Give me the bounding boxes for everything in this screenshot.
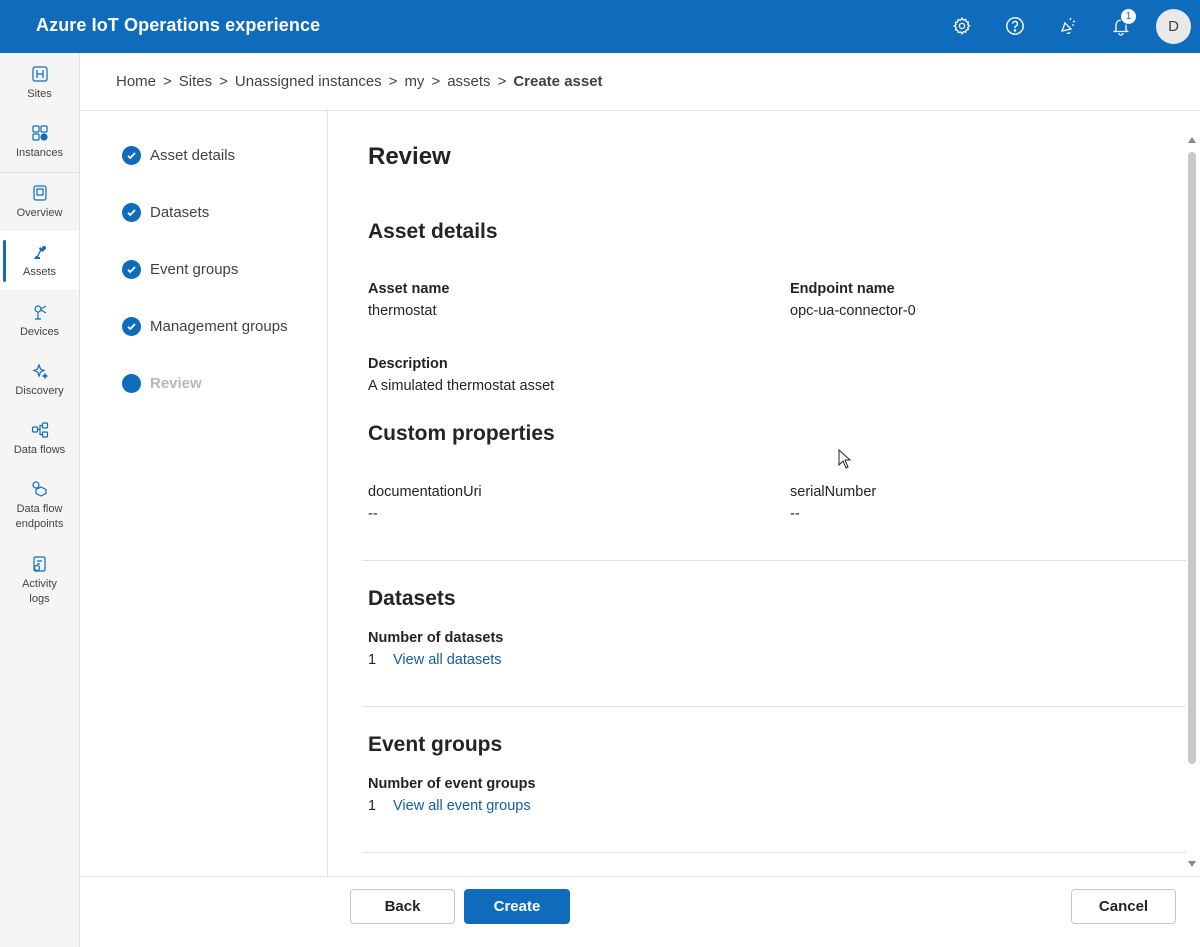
view-all-datasets-link[interactable]: View all datasets: [393, 652, 502, 668]
breadcrumb: Home > Sites > Unassigned instances > my…: [116, 73, 603, 90]
check-circle-icon: [122, 317, 141, 336]
check-circle-icon: [122, 203, 141, 222]
footer-divider: [80, 876, 1200, 877]
rail-item-overview[interactable]: Overview: [0, 182, 79, 221]
breadcrumb-separator: >: [431, 73, 441, 90]
custom-property-value: --: [790, 506, 800, 522]
top-bar: Azure IoT Operations experience 1 D: [0, 0, 1200, 53]
section-divider: [362, 852, 1186, 853]
scroll-up-arrow-icon[interactable]: [1188, 137, 1196, 143]
rail-item-label: Overview: [16, 207, 63, 219]
breadcrumb-instance[interactable]: my: [404, 73, 424, 90]
step-label: Management groups: [150, 318, 288, 335]
data-flows-icon: [29, 419, 51, 441]
gear-icon[interactable]: [949, 13, 975, 39]
rail-item-devices[interactable]: Devices: [0, 301, 79, 340]
step-label: Review: [150, 375, 202, 392]
step-event-groups[interactable]: Event groups: [122, 260, 238, 279]
rail-item-discovery[interactable]: Discovery: [0, 360, 79, 399]
breadcrumb-separator: >: [497, 73, 507, 90]
description-label: Description: [368, 356, 448, 372]
devices-icon: [29, 301, 51, 323]
rail-item-label: Discovery: [15, 385, 64, 397]
step-label: Event groups: [150, 261, 239, 278]
current-step-dot-icon: [122, 374, 141, 393]
rail-divider: [0, 172, 80, 173]
rail-item-label: Data flows: [13, 444, 66, 456]
custom-property-label: documentationUri: [368, 484, 482, 500]
breadcrumb-assets[interactable]: assets: [447, 73, 490, 90]
description-value: A simulated thermostat asset: [368, 378, 555, 394]
app-title: Azure IoT Operations experience: [36, 15, 321, 35]
scroll-thumb[interactable]: [1188, 152, 1196, 764]
step-label: Asset details: [150, 147, 236, 164]
breadcrumb-home[interactable]: Home: [116, 73, 156, 90]
event-groups-count-value: 1: [368, 798, 377, 814]
rail-item-instances[interactable]: Instances: [0, 122, 79, 161]
endpoint-name-label: Endpoint name: [790, 281, 895, 297]
asset-details-heading: Asset details: [368, 220, 498, 243]
custom-property-label: serialNumber: [790, 484, 877, 500]
custom-properties-heading: Custom properties: [368, 422, 555, 445]
overview-icon: [29, 182, 51, 204]
rail-item-data-flow-endpoints[interactable]: Data flow endpoints: [0, 478, 79, 532]
step-asset-details[interactable]: Asset details: [122, 146, 235, 165]
cancel-button[interactable]: Cancel: [1071, 889, 1176, 924]
rail-item-label: Sites: [27, 88, 52, 100]
step-label: Datasets: [150, 204, 210, 221]
rail-item-sites[interactable]: Sites: [0, 63, 79, 102]
rail-item-activity-logs[interactable]: Activity logs: [0, 553, 79, 607]
section-divider: [362, 560, 1186, 561]
review-panel: Review Asset details Asset name thermost…: [328, 111, 1186, 876]
asset-name-label: Asset name: [368, 281, 450, 297]
back-button[interactable]: Back: [350, 889, 455, 924]
help-icon[interactable]: [1002, 13, 1028, 39]
assets-icon: [29, 241, 51, 263]
endpoint-name-value: opc-ua-connector-0: [790, 303, 916, 319]
breadcrumb-unassigned-instances[interactable]: Unassigned instances: [235, 73, 382, 90]
event-groups-heading: Event groups: [368, 733, 503, 756]
data-flow-endpoints-icon: [29, 478, 51, 500]
discovery-icon: [29, 360, 51, 382]
datasets-heading: Datasets: [368, 587, 456, 610]
breadcrumb-current: Create asset: [513, 73, 603, 90]
left-nav-rail: Sites Instances Overview Assets Devices …: [0, 53, 80, 947]
rail-item-label: Assets: [22, 266, 56, 278]
rail-item-label: Devices: [19, 326, 60, 338]
custom-property-value: --: [368, 506, 378, 522]
rail-item-label: Data flow endpoints: [15, 503, 64, 530]
rail-item-label: Activity logs: [22, 578, 57, 605]
avatar[interactable]: D: [1156, 9, 1191, 44]
scroll-down-arrow-icon[interactable]: [1188, 861, 1196, 867]
datasets-count-value: 1: [368, 652, 377, 668]
feedback-icon[interactable]: [1055, 13, 1081, 39]
content-scrollbar[interactable]: [1186, 135, 1200, 871]
view-all-event-groups-link[interactable]: View all event groups: [393, 798, 531, 814]
event-groups-count-label: Number of event groups: [368, 776, 536, 792]
create-button[interactable]: Create: [464, 889, 570, 924]
instances-icon: [29, 122, 51, 144]
section-divider: [362, 706, 1186, 707]
datasets-count-label: Number of datasets: [368, 630, 504, 646]
check-circle-icon: [122, 146, 141, 165]
rail-item-data-flows[interactable]: Data flows: [0, 419, 79, 458]
rail-item-label: Instances: [15, 147, 64, 159]
step-management-groups[interactable]: Management groups: [122, 317, 288, 336]
sites-icon: [29, 63, 51, 85]
step-review[interactable]: Review: [122, 374, 202, 393]
notification-count-badge: 1: [1120, 8, 1137, 25]
step-datasets[interactable]: Datasets: [122, 203, 209, 222]
asset-name-value: thermostat: [368, 303, 437, 319]
breadcrumb-sites[interactable]: Sites: [179, 73, 212, 90]
breadcrumb-separator: >: [219, 73, 228, 90]
rail-item-assets[interactable]: Assets: [0, 231, 79, 290]
breadcrumb-separator: >: [388, 73, 398, 90]
activity-logs-icon: [29, 553, 51, 575]
breadcrumb-separator: >: [163, 73, 172, 90]
check-circle-icon: [122, 260, 141, 279]
page-title: Review: [368, 143, 451, 170]
mouse-pointer-icon: [838, 448, 852, 474]
